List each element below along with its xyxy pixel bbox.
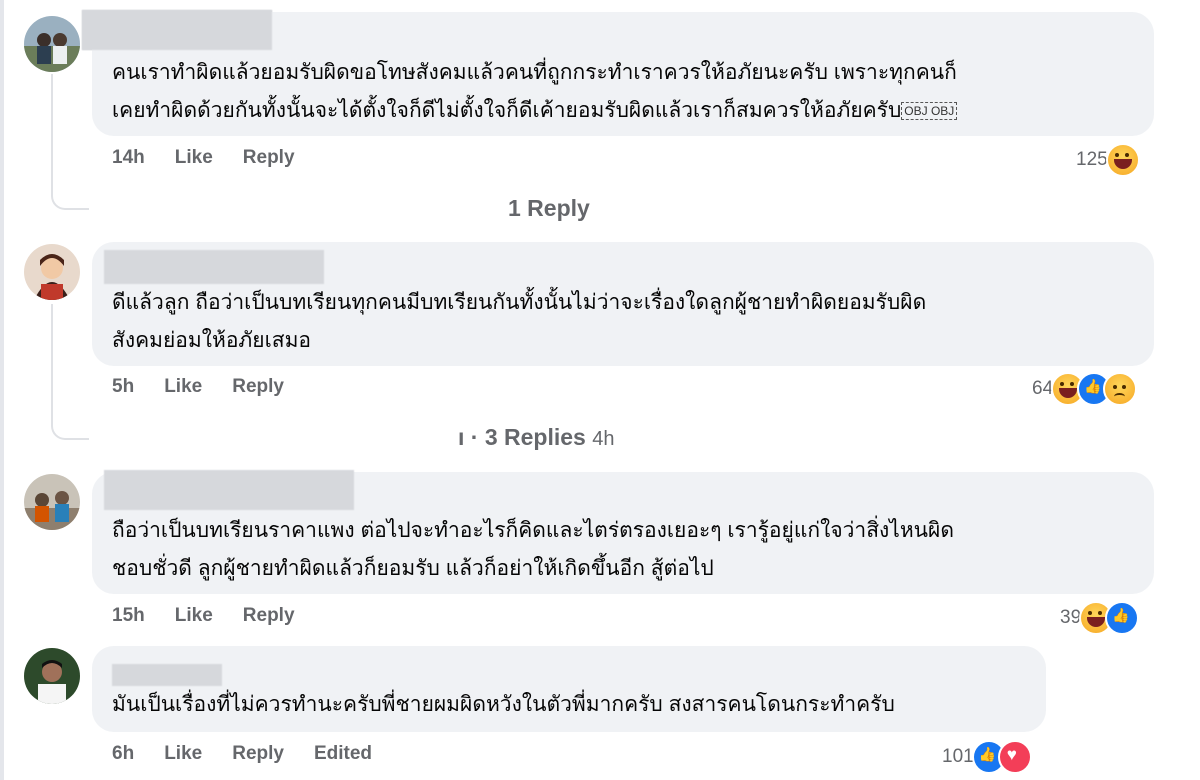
comment-text-line-content: เคยทำผิดด้วยกันทั้งนั้นจะได้ตั้งใจก็ดีไม… bbox=[112, 99, 902, 122]
love-reaction-icon bbox=[997, 740, 1032, 774]
view-replies-link[interactable]: ı · 3 Replies 4h bbox=[458, 424, 614, 451]
reaction-count: 101 bbox=[942, 746, 974, 767]
comment-timestamp[interactable]: 14h bbox=[112, 147, 145, 169]
page-edge bbox=[0, 0, 4, 780]
avatar[interactable] bbox=[24, 474, 80, 530]
reply-button[interactable]: Reply bbox=[232, 743, 284, 765]
comment-text-line: เคยทำผิดด้วยกันทั้งนั้นจะได้ตั้งใจก็ดีไม… bbox=[112, 92, 958, 130]
avatar[interactable] bbox=[24, 16, 80, 72]
reaction-summary[interactable]: 125 bbox=[1076, 143, 1140, 177]
comment-timestamp[interactable]: 6h bbox=[112, 743, 134, 765]
comment-actions: 5h Like Reply bbox=[112, 376, 314, 398]
comment-text-line: สังคมย่อมให้อภัยเสมอ bbox=[112, 329, 312, 352]
reply-button[interactable]: Reply bbox=[243, 605, 295, 627]
like-button[interactable]: Like bbox=[164, 376, 202, 398]
reaction-count: 64 bbox=[1032, 378, 1054, 399]
reaction-summary[interactable]: 64 bbox=[1032, 372, 1138, 406]
like-reaction-icon bbox=[1105, 601, 1140, 635]
comment-text: ถือว่าเป็นบทเรียนราคาแพง ต่อไปจะทำอะไรก็… bbox=[112, 512, 954, 588]
author-name-redacted[interactable] bbox=[82, 10, 272, 50]
comment-text-line: ดีแล้วลูก ถือว่าเป็นบทเรียนทุกคนมีบทเรีย… bbox=[112, 291, 927, 314]
comment-text: ดีแล้วลูก ถือว่าเป็นบทเรียนทุกคนมีบทเรีย… bbox=[112, 284, 926, 360]
comment-actions: 15h Like Reply bbox=[112, 605, 325, 627]
comment-text-line: ถือว่าเป็นบทเรียนราคาแพง ต่อไปจะทำอะไรก็… bbox=[112, 519, 954, 542]
comment-actions: 6h Like Reply Edited bbox=[112, 743, 402, 765]
comment-timestamp[interactable]: 5h bbox=[112, 376, 134, 398]
reaction-count: 125 bbox=[1076, 149, 1108, 170]
comment-text-line: ชอบชั่วดี ลูกผู้ชายทำผิดแล้วก็ยอมรับ แล้… bbox=[112, 557, 714, 580]
comment-timestamp[interactable]: 15h bbox=[112, 605, 145, 627]
avatar[interactable] bbox=[24, 244, 80, 300]
comment-text: มันเป็นเรื่องที่ไม่ควรทำนะครับพี่ชายผมผิ… bbox=[112, 686, 895, 724]
author-name-redacted[interactable] bbox=[104, 250, 324, 284]
view-replies-label: 3 Replies bbox=[484, 424, 586, 450]
replies-timestamp: 4h bbox=[592, 428, 615, 450]
thread-line bbox=[51, 304, 89, 440]
reaction-summary[interactable]: 101 bbox=[942, 740, 1032, 774]
view-replies-label: 1 Reply bbox=[508, 195, 590, 221]
reply-button[interactable]: Reply bbox=[243, 147, 295, 169]
comment-text-line: คนเราทำผิดแล้วยอมรับผิดขอโทษสังคมแล้วคนท… bbox=[112, 61, 957, 84]
reaction-count: 39 bbox=[1060, 607, 1082, 628]
avatar[interactable] bbox=[24, 648, 80, 704]
thread-line bbox=[51, 74, 89, 210]
unrendered-emoji-icon: OBJ OBJ bbox=[901, 102, 958, 121]
reaction-summary[interactable]: 39 bbox=[1060, 601, 1140, 635]
author-name-redacted[interactable] bbox=[112, 664, 222, 686]
like-button[interactable]: Like bbox=[175, 605, 213, 627]
replies-avatar-fragment: ı · bbox=[458, 424, 485, 450]
sad-reaction-icon bbox=[1103, 372, 1138, 406]
comment-text-line: มันเป็นเรื่องที่ไม่ควรทำนะครับพี่ชายผมผิ… bbox=[112, 693, 895, 716]
edited-label: Edited bbox=[313, 743, 373, 764]
comment-text: คนเราทำผิดแล้วยอมรับผิดขอโทษสังคมแล้วคนท… bbox=[112, 54, 958, 130]
reply-button[interactable]: Reply bbox=[232, 376, 284, 398]
like-button[interactable]: Like bbox=[164, 743, 202, 765]
like-button[interactable]: Like bbox=[175, 147, 213, 169]
author-name-redacted[interactable] bbox=[104, 470, 354, 510]
view-replies-link[interactable]: 1 Reply bbox=[508, 195, 590, 222]
haha-reaction-icon bbox=[1105, 143, 1140, 177]
comment-actions: 14h Like Reply bbox=[112, 147, 325, 169]
